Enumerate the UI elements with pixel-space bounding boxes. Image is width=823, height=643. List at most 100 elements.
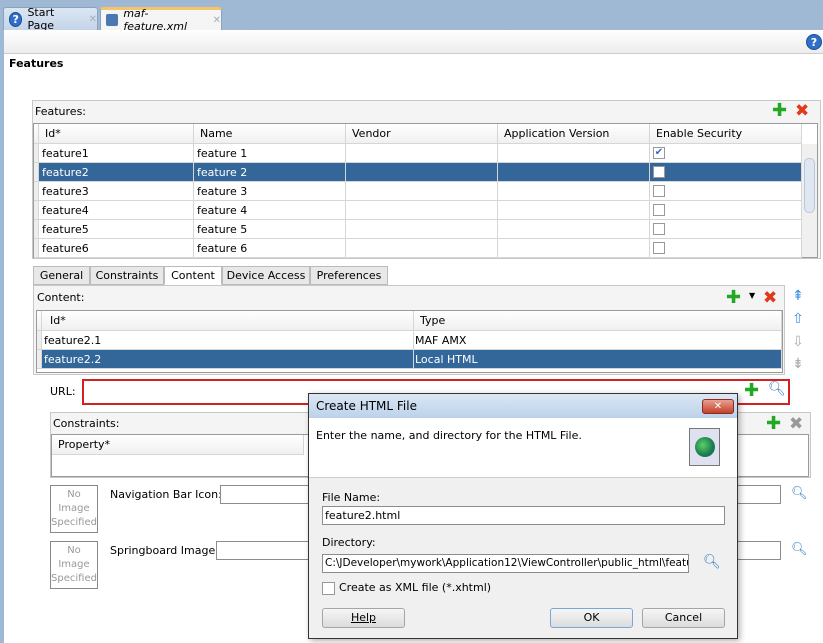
enable-security-checkbox[interactable] [653, 223, 665, 235]
dialog-description: Enter the name, and directory for the HT… [316, 429, 582, 442]
delete-icon[interactable]: ✖ [763, 290, 777, 307]
table-cell-version[interactable] [498, 182, 650, 201]
enable-security-checkbox[interactable] [653, 166, 665, 178]
table-cell-type[interactable]: Local HTML [414, 350, 782, 369]
table-cell-id[interactable]: feature2.2 [42, 350, 414, 369]
table-cell-vendor[interactable] [346, 163, 498, 182]
search-icon[interactable]: 🔍︎ [791, 486, 808, 501]
left-border [0, 30, 4, 643]
browse-search-icon[interactable]: 🔍︎ [703, 554, 721, 570]
springboard-preview: No Image Specified [50, 541, 98, 589]
column-header[interactable]: Enable Security [650, 124, 802, 144]
delete-icon[interactable]: ✖ [789, 416, 803, 433]
table-cell-id[interactable]: feature6 [39, 239, 194, 258]
close-icon[interactable]: ✕ [89, 14, 97, 25]
column-header[interactable]: Type [414, 311, 782, 331]
xml-checkbox[interactable] [322, 582, 335, 595]
add-icon[interactable]: ✚ [766, 415, 781, 433]
enable-security-checkbox[interactable] [653, 242, 665, 254]
table-cell-version[interactable] [498, 220, 650, 239]
springboard-label: Springboard Image: [110, 544, 219, 557]
table-cell-name[interactable]: feature 6 [194, 239, 346, 258]
xml-file-icon [106, 14, 119, 26]
nav-icon-label: Navigation Bar Icon: [110, 488, 222, 501]
table-cell-version[interactable] [498, 144, 650, 163]
table-cell-vendor[interactable] [346, 220, 498, 239]
table-cell-vendor[interactable] [346, 182, 498, 201]
file-name-input[interactable]: feature2.html [322, 506, 725, 525]
table-cell-name[interactable]: feature 3 [194, 182, 346, 201]
tab-general[interactable]: General [33, 266, 90, 285]
help-button[interactable]: Help [322, 608, 405, 628]
close-icon[interactable]: ✕ [213, 15, 221, 26]
table-cell-security [650, 163, 802, 182]
content-table: Id* Type feature2.1 MAF AMX feature2.2 Local … [36, 310, 783, 373]
tab-content[interactable]: Content [164, 266, 222, 285]
table-cell-vendor[interactable] [346, 144, 498, 163]
delete-icon[interactable]: ✖ [795, 103, 809, 120]
nav-icon-preview: No Image Specified [50, 485, 98, 533]
table-cell-id[interactable]: feature1 [39, 144, 194, 163]
tab-device-access[interactable]: Device Access [222, 266, 310, 285]
column-header[interactable]: Id* [39, 124, 194, 144]
url-label: URL: [50, 385, 76, 398]
column-header[interactable]: Id* [42, 311, 414, 331]
table-cell-security [650, 182, 802, 201]
move-up-icon[interactable]: ⇧ [790, 310, 806, 328]
globe-icon [689, 428, 720, 466]
table-cell-security [650, 239, 802, 258]
table-cell-id[interactable]: feature3 [39, 182, 194, 201]
features-table: Id* Name Vendor Application Version Enable S… [33, 123, 818, 258]
close-button[interactable]: ✕ [702, 399, 734, 414]
table-cell-security [650, 220, 802, 239]
table-cell-security [650, 144, 802, 163]
xml-checkbox-label: Create as XML file (*.xhtml) [339, 581, 492, 594]
scrollbar[interactable] [802, 144, 817, 257]
column-header[interactable]: Application Version [498, 124, 650, 144]
table-cell-vendor[interactable] [346, 239, 498, 258]
tab-maf-feature-xml[interactable]: maf-feature.xml ✕ [100, 7, 222, 33]
table-cell-id[interactable]: feature5 [39, 220, 194, 239]
editor-toolbar [0, 30, 823, 54]
dialog-title: Create HTML File [316, 399, 417, 413]
table-cell-name[interactable]: feature 1 [194, 144, 346, 163]
cancel-button[interactable]: Cancel [642, 608, 725, 628]
table-cell-id[interactable]: feature2.1 [42, 331, 414, 350]
add-icon[interactable]: ✚ [772, 102, 787, 120]
table-cell-version[interactable] [498, 201, 650, 220]
add-icon[interactable]: ✚ [726, 289, 741, 307]
move-top-icon[interactable]: ⇞ [790, 287, 806, 305]
enable-security-checkbox[interactable] [653, 185, 665, 197]
move-bottom-icon[interactable]: ⇟ [790, 355, 806, 373]
create-html-file-dialog: Create HTML File ✕ Enter the name, and d… [308, 393, 738, 639]
move-down-icon[interactable]: ⇩ [790, 333, 806, 351]
table-cell-name[interactable]: feature 4 [194, 201, 346, 220]
table-cell-name[interactable]: feature 5 [194, 220, 346, 239]
column-header[interactable]: Vendor [346, 124, 498, 144]
dropdown-arrow-icon[interactable]: ▼ [749, 291, 755, 300]
enable-security-checkbox[interactable]: ✔ [653, 147, 665, 159]
help-button[interactable]: ? [806, 34, 822, 50]
content-label: Content: [37, 291, 85, 304]
search-icon[interactable]: 🔍︎ [791, 542, 808, 557]
table-cell-vendor[interactable] [346, 201, 498, 220]
table-cell-type[interactable]: MAF AMX [414, 331, 782, 350]
search-icon[interactable]: 🔍︎ [768, 381, 786, 397]
add-url-icon[interactable]: ✚ [744, 382, 759, 400]
table-cell-id[interactable]: feature2 [39, 163, 194, 182]
dialog-header [309, 418, 737, 478]
directory-input[interactable]: C:\JDeveloper\mywork\Application12\ViewC… [322, 554, 689, 573]
table-cell-version[interactable] [498, 163, 650, 182]
table-cell-id[interactable]: feature4 [39, 201, 194, 220]
table-cell-name[interactable]: feature 2 [194, 163, 346, 182]
column-header[interactable]: Name [194, 124, 346, 144]
tab-preferences[interactable]: Preferences [310, 266, 388, 285]
column-header[interactable]: Property* [52, 435, 304, 455]
ok-button[interactable]: OK [550, 608, 633, 628]
table-cell-security [650, 201, 802, 220]
tab-start-page[interactable]: ? Start Page ✕ [3, 6, 98, 32]
help-icon: ? [9, 11, 23, 27]
table-cell-version[interactable] [498, 239, 650, 258]
tab-constraints[interactable]: Constraints [90, 266, 164, 285]
enable-security-checkbox[interactable] [653, 204, 665, 216]
